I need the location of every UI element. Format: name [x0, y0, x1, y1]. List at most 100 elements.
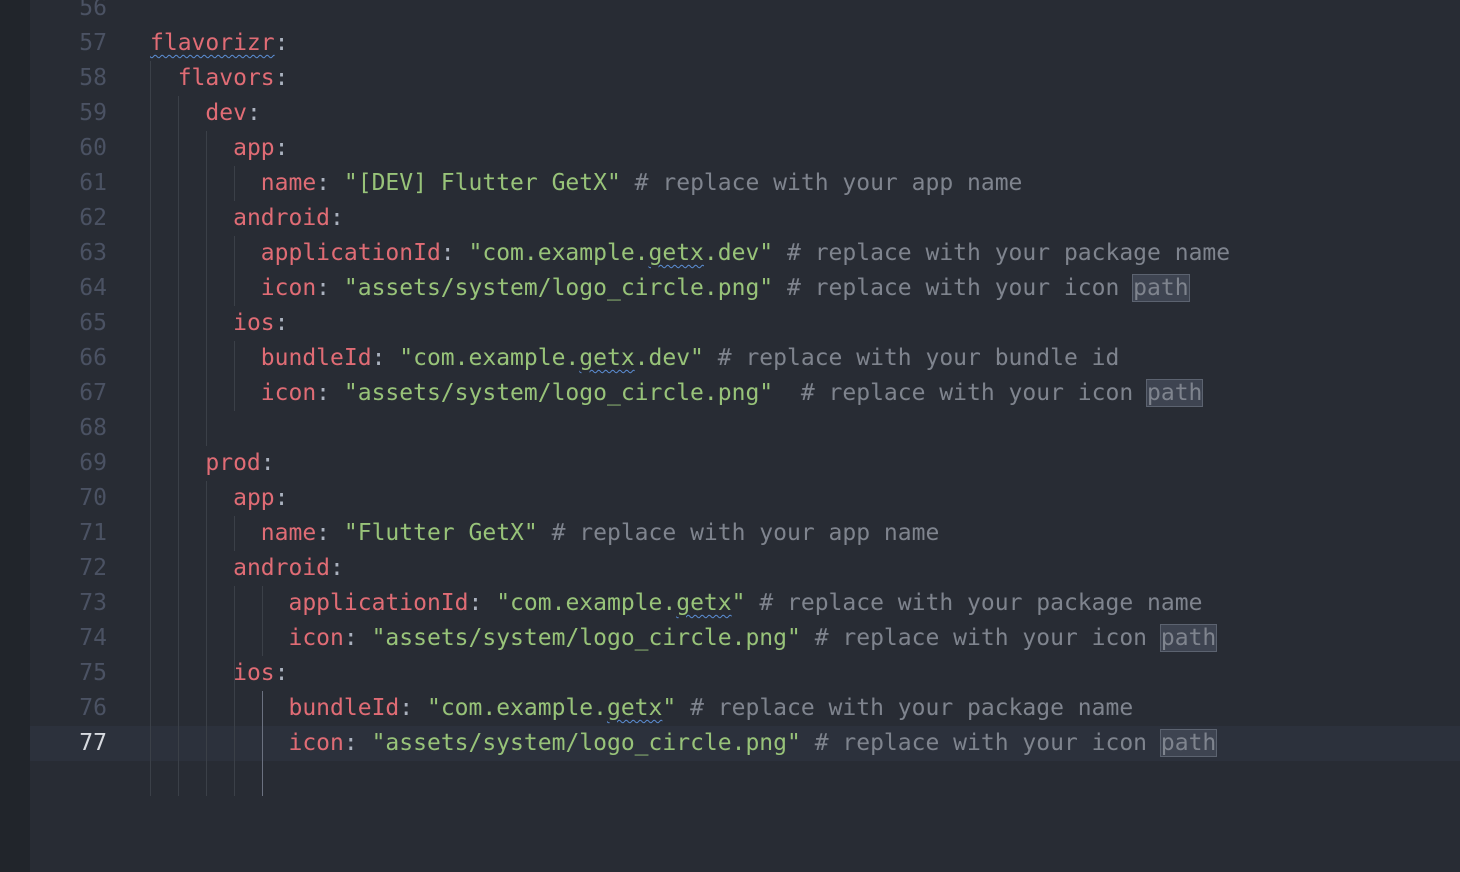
line-code[interactable]: app:	[150, 481, 288, 516]
code-line[interactable]: 56	[30, 0, 1460, 26]
code-line[interactable]: 67 icon: "assets/system/logo_circle.png"…	[30, 376, 1460, 411]
code-editor[interactable]: 56 57 flavorizr: 58 flavors: 59 dev: 60 app: 6…	[30, 0, 1460, 872]
indent-guide	[262, 691, 263, 796]
code-line[interactable]: 63 applicationId: "com.example.getx.dev"…	[30, 236, 1460, 271]
code-token: applicationId	[260, 240, 441, 266]
indent-guide	[178, 96, 179, 796]
code-line[interactable]: 71 name: "Flutter GetX" # replace with y…	[30, 516, 1460, 551]
indent-guide	[150, 61, 151, 796]
line-number: 72	[79, 555, 107, 581]
line-code[interactable]: android:	[150, 551, 344, 586]
code-token: # replace with your bundle id	[703, 345, 1120, 371]
line-code[interactable]: applicationId: "com.example.getx.dev" # …	[150, 236, 1230, 271]
code-token: # replace with your icon	[800, 730, 1161, 756]
code-line[interactable]: 75 ios:	[30, 656, 1460, 691]
line-code[interactable]: icon: "assets/system/logo_circle.png" # …	[150, 271, 1190, 306]
code-token: path	[1159, 729, 1218, 757]
code-token: bundleId	[260, 345, 372, 371]
code-line[interactable]: 62 android:	[30, 201, 1460, 236]
code-token: "com.example.	[468, 240, 649, 266]
line-number: 77	[79, 730, 107, 756]
code-token: :	[330, 205, 344, 231]
code-token: :	[440, 240, 469, 266]
indent-guide	[234, 516, 235, 551]
code-token: getx	[579, 345, 635, 371]
code-token: :	[274, 660, 289, 686]
code-token: # replace with your icon	[773, 380, 1148, 406]
line-code[interactable]: app:	[150, 131, 289, 166]
code-token: icon	[260, 380, 317, 406]
code-line[interactable]: 69 prod:	[30, 446, 1460, 481]
code-token: # replace with your icon	[800, 625, 1161, 651]
code-token: getx	[676, 590, 732, 616]
code-token: "assets/system/logo_circle.png"	[343, 380, 774, 406]
code-token: prod	[205, 450, 261, 476]
code-line[interactable]: 74 icon: "assets/system/logo_circle.png"…	[30, 621, 1460, 656]
line-code[interactable]: bundleId: "com.example.getx" # replace w…	[150, 691, 1133, 726]
code-token: ios	[233, 660, 275, 686]
code-token: "	[731, 590, 746, 616]
line-code[interactable]: applicationId: "com.example.getx" # repl…	[150, 586, 1202, 621]
code-token: bundleId	[288, 695, 400, 721]
line-code[interactable]: flavorizr:	[150, 26, 288, 61]
line-number: 66	[79, 345, 107, 371]
line-number: 67	[79, 380, 107, 406]
line-code[interactable]: ios:	[150, 306, 288, 341]
code-line[interactable]: 66 bundleId: "com.example.getx.dev" # re…	[30, 341, 1460, 376]
line-code[interactable]: dev:	[150, 96, 260, 131]
code-token: :	[371, 345, 400, 371]
line-number: 76	[79, 695, 107, 721]
code-token: getx	[606, 695, 663, 721]
code-line[interactable]: 77 icon: "assets/system/logo_circle.png"…	[30, 726, 1460, 761]
code-token: "com.example.	[426, 695, 607, 721]
line-code[interactable]: bundleId: "com.example.getx.dev" # repla…	[150, 341, 1120, 376]
code-token: "assets/system/logo_circle.png"	[371, 730, 801, 756]
line-code[interactable]: prod:	[150, 446, 274, 481]
code-line[interactable]: 70 app:	[30, 481, 1460, 516]
line-number: 56	[79, 0, 107, 21]
line-number: 75	[79, 660, 107, 686]
line-code[interactable]: icon: "assets/system/logo_circle.png" # …	[150, 726, 1218, 761]
line-number: 64	[79, 275, 107, 301]
code-line[interactable]: 72 android:	[30, 551, 1460, 586]
code-token: icon	[288, 625, 344, 651]
line-code[interactable]: icon: "assets/system/logo_circle.png" # …	[150, 376, 1204, 411]
code-token: "[DEV] Flutter GetX"	[343, 170, 621, 196]
code-line[interactable]: 59 dev:	[30, 96, 1460, 131]
code-line[interactable]: 73 applicationId: "com.example.getx" # r…	[30, 586, 1460, 621]
code-line[interactable]: 60 app:	[30, 131, 1460, 166]
line-code[interactable]: name: "[DEV] Flutter GetX" # replace wit…	[150, 166, 1023, 201]
line-number: 63	[79, 240, 107, 266]
code-line[interactable]: 61 name: "[DEV] Flutter GetX" # replace …	[30, 166, 1460, 201]
line-code[interactable]: icon: "assets/system/logo_circle.png" # …	[150, 621, 1218, 656]
line-code[interactable]: name: "Flutter GetX" # replace with your…	[150, 516, 940, 551]
code-line[interactable]: 76 bundleId: "com.example.getx" # replac…	[30, 691, 1460, 726]
line-number: 74	[79, 625, 107, 651]
code-token: :	[274, 30, 289, 56]
indent-guide	[234, 166, 235, 201]
code-line[interactable]: 57 flavorizr:	[30, 26, 1460, 61]
line-code[interactable]: flavors:	[150, 61, 289, 96]
code-token: .dev"	[634, 345, 704, 371]
code-line[interactable]: 64 icon: "assets/system/logo_circle.png"…	[30, 271, 1460, 306]
code-token: :	[274, 135, 289, 161]
line-code[interactable]: android:	[150, 201, 344, 236]
code-token: :	[316, 520, 344, 546]
code-line[interactable]: 68	[30, 411, 1460, 446]
code-token: path	[1159, 624, 1218, 652]
line-number: 71	[79, 520, 107, 546]
line-code[interactable]: ios:	[150, 656, 289, 691]
code-line[interactable]: 58 flavors:	[30, 61, 1460, 96]
code-line[interactable]: 65 ios:	[30, 306, 1460, 341]
code-token: :	[343, 730, 372, 756]
code-token: path	[1132, 274, 1190, 302]
code-token: flavorizr	[150, 30, 275, 56]
line-number: 70	[79, 485, 107, 511]
code-token: path	[1146, 379, 1204, 407]
